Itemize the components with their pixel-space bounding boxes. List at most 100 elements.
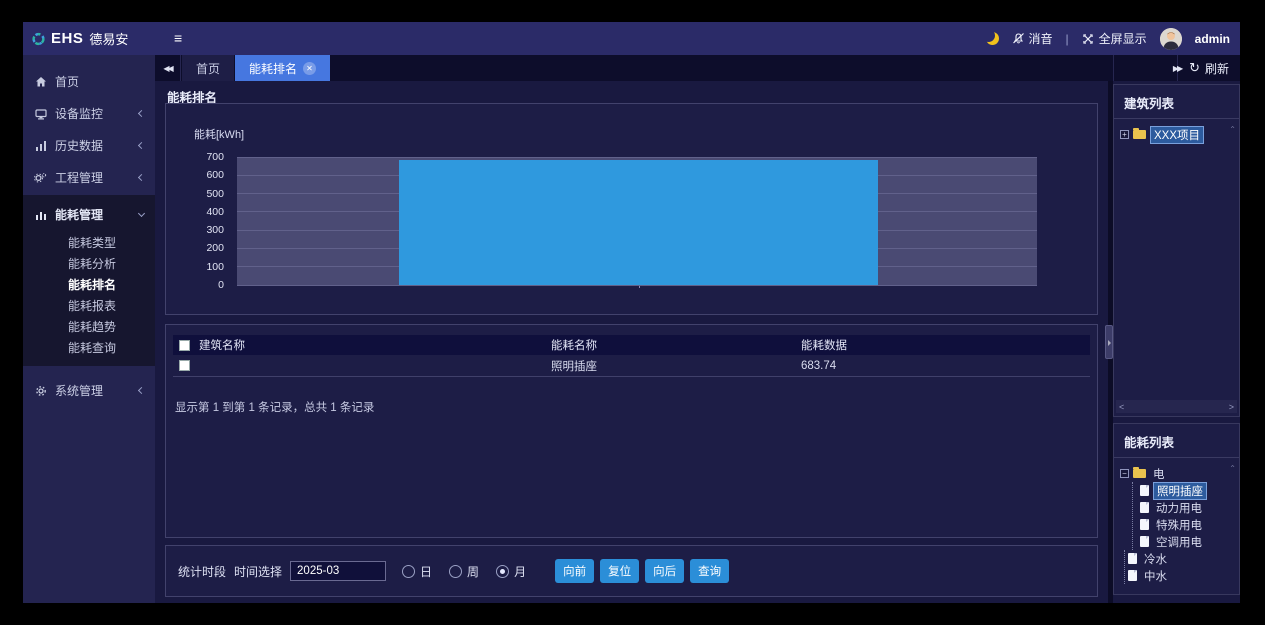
section-label: 统计时段 xyxy=(178,563,226,580)
history-chart-icon xyxy=(34,139,47,152)
tree-node-power: 动力用电 xyxy=(1140,499,1233,516)
collapse-minus-icon[interactable]: − xyxy=(1120,469,1129,478)
column-header-building: 建筑名称 xyxy=(199,337,551,353)
hamburger-menu-icon[interactable]: ≡ xyxy=(174,30,182,46)
header-separator: | xyxy=(1066,32,1069,46)
building-list-panel: 建筑列表 ⌃ + XXX项目 < > xyxy=(1113,84,1240,417)
sidebar-subitem-energy-type[interactable]: 能耗类型 xyxy=(23,232,155,253)
tree-label-cold-water[interactable]: 冷水 xyxy=(1141,551,1170,567)
time-input[interactable] xyxy=(290,561,386,581)
building-list-title: 建筑列表 xyxy=(1114,85,1239,119)
scroll-up-icon[interactable]: ⌃ xyxy=(1229,464,1236,473)
mute-button[interactable]: 消音 xyxy=(1012,30,1053,47)
tree-node-electricity: − 电 xyxy=(1120,465,1233,482)
tab-home[interactable]: 首页 xyxy=(182,55,234,81)
radio-day[interactable]: 日 xyxy=(402,563,432,580)
tab-energy-ranking[interactable]: 能耗排名 ✕ xyxy=(235,55,330,81)
horizontal-scrollbar[interactable]: < > xyxy=(1116,400,1237,413)
user-avatar[interactable] xyxy=(1160,28,1182,50)
sidebar-item-project-management[interactable]: 工程管理 xyxy=(23,163,155,192)
sidebar-item-device-monitor[interactable]: 设备监控 xyxy=(23,99,155,128)
sidebar-subitem-energy-query[interactable]: 能耗查询 xyxy=(23,337,155,358)
sidebar-item-system-management[interactable]: 系统管理 xyxy=(23,376,155,405)
tree-label-medium-water[interactable]: 中水 xyxy=(1141,568,1170,584)
y-tick-label: 700 xyxy=(206,151,224,163)
file-icon xyxy=(1140,502,1149,513)
tree-node-cold-water: 冷水 xyxy=(1128,550,1233,567)
scroll-left-icon[interactable]: < xyxy=(1119,402,1124,412)
tab-bar: ◀◀ 首页 能耗排名 ✕ ▶▶ ↻ 刷新 xyxy=(155,55,1240,81)
tree-node-lighting-socket: 照明插座 xyxy=(1140,482,1233,499)
gridline xyxy=(237,157,1037,158)
splitter-handle[interactable] xyxy=(1105,325,1113,359)
sidebar-item-energy-management[interactable]: 能耗管理 xyxy=(23,200,155,229)
forward-button[interactable]: 向前 xyxy=(555,559,594,583)
sidebar-subitem-energy-analysis[interactable]: 能耗分析 xyxy=(23,253,155,274)
scroll-up-icon[interactable]: ⌃ xyxy=(1229,125,1236,134)
sidebar-subitem-energy-trend[interactable]: 能耗趋势 xyxy=(23,316,155,337)
username[interactable]: admin xyxy=(1195,32,1230,46)
fullscreen-button[interactable]: 全屏显示 xyxy=(1082,30,1147,47)
table-record-summary: 显示第 1 到第 1 条记录，总共 1 条记录 xyxy=(173,399,1090,415)
sidebar-item-label: 设备监控 xyxy=(55,105,103,122)
tree-label-lighting-socket[interactable]: 照明插座 xyxy=(1153,482,1207,500)
chevron-down-icon xyxy=(138,209,145,216)
query-button[interactable]: 查询 xyxy=(690,559,729,583)
app-window: EHS 德易安 首页 设备监控 历史数据 xyxy=(23,22,1240,603)
tree-node-medium-water: 中水 xyxy=(1128,567,1233,584)
sidebar-group-energy: 能耗管理 能耗类型 能耗分析 能耗排名 能耗报表 能耗趋势 能耗查询 xyxy=(23,195,155,366)
tree-label-electricity[interactable]: 电 xyxy=(1150,466,1168,482)
tree-label-special[interactable]: 特殊用电 xyxy=(1153,517,1205,533)
control-buttons: 向前 复位 向后 查询 xyxy=(555,559,735,583)
sidebar-item-label: 历史数据 xyxy=(55,137,103,154)
tabbar-spacer xyxy=(330,55,1177,81)
tree-node-special: 特殊用电 xyxy=(1140,516,1233,533)
scroll-tabs-right-button[interactable]: ▶▶ xyxy=(1113,55,1240,81)
y-tick-label: 300 xyxy=(206,224,224,236)
radio-week[interactable]: 周 xyxy=(449,563,479,580)
chart-plot xyxy=(237,157,1037,285)
tree-label-power[interactable]: 动力用电 xyxy=(1153,500,1205,516)
tree-node-hvac: 空调用电 xyxy=(1140,533,1233,550)
radio-label: 月 xyxy=(514,563,526,580)
tab-close-icon[interactable]: ✕ xyxy=(303,62,316,75)
sidebar-item-home[interactable]: 首页 xyxy=(23,67,155,96)
brand-name-en: EHS xyxy=(51,30,83,47)
select-all-checkbox[interactable] xyxy=(179,340,190,351)
chevron-left-icon xyxy=(138,387,145,394)
reset-button[interactable]: 复位 xyxy=(600,559,639,583)
y-tick-label: 600 xyxy=(206,169,224,181)
sidebar-item-label: 工程管理 xyxy=(55,169,103,186)
tab-label: 能耗排名 xyxy=(249,60,297,77)
content-area: 能耗排名 能耗[kWh] 7006005004003002001000 建筑名称… xyxy=(155,81,1240,603)
expand-plus-icon[interactable]: + xyxy=(1120,130,1129,139)
header-actions: 消音 | 全屏显示 admin xyxy=(986,22,1231,55)
backward-button[interactable]: 向后 xyxy=(645,559,684,583)
sidebar-subitem-energy-ranking[interactable]: 能耗排名 xyxy=(23,274,155,295)
tree-label-hvac[interactable]: 空调用电 xyxy=(1153,534,1205,550)
radio-month[interactable]: 月 xyxy=(496,563,526,580)
radio-circle-icon xyxy=(496,565,509,578)
radio-label: 周 xyxy=(467,563,479,580)
cell-energy-value: 683.74 xyxy=(801,360,1090,372)
time-select-label: 时间选择 xyxy=(234,563,282,580)
sidebar-subitem-energy-report[interactable]: 能耗报表 xyxy=(23,295,155,316)
scroll-right-icon[interactable]: > xyxy=(1229,402,1234,412)
row-checkbox[interactable] xyxy=(179,360,190,371)
scroll-tabs-left-button[interactable]: ◀◀ xyxy=(155,55,181,81)
mute-bell-icon xyxy=(1012,32,1025,45)
chevron-left-icon xyxy=(138,142,145,149)
chart-bar[interactable] xyxy=(399,160,877,285)
home-icon xyxy=(34,75,47,88)
night-mode-moon-icon[interactable] xyxy=(986,32,999,45)
radio-label: 日 xyxy=(420,563,432,580)
chart-y-axis-title: 能耗[kWh] xyxy=(194,126,244,142)
sidebar: EHS 德易安 首页 设备监控 历史数据 xyxy=(23,22,155,603)
energy-chart-icon xyxy=(34,208,47,221)
table-row[interactable]: 照明插座 683.74 xyxy=(173,355,1090,377)
tree-label-project[interactable]: XXX项目 xyxy=(1150,126,1204,144)
sidebar-item-label: 能耗管理 xyxy=(55,206,103,223)
mute-label: 消音 xyxy=(1029,30,1053,47)
sidebar-item-history-data[interactable]: 历史数据 xyxy=(23,131,155,160)
energy-ranking-chart: 能耗[kWh] 7006005004003002001000 xyxy=(165,103,1098,315)
